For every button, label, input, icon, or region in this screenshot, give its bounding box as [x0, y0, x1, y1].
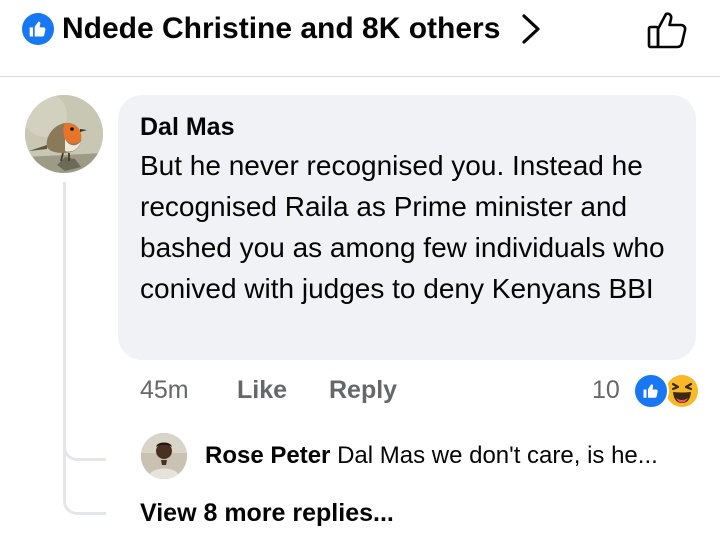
reply-button[interactable]: Reply	[329, 372, 397, 408]
thread-branch	[63, 476, 106, 515]
reply-author[interactable]: Rose Peter	[205, 442, 330, 469]
reply-text: Dal Mas we don't care, is he...	[337, 442, 658, 469]
like-icon[interactable]	[633, 373, 669, 409]
comment-bubble[interactable]: Dal Mas But he never recognised you. Ins…	[118, 95, 696, 360]
divider	[0, 76, 720, 77]
like-reaction-icon	[22, 13, 54, 45]
comment-text: But he never recognised you. Instead he …	[140, 150, 665, 304]
avatar-dal-mas[interactable]	[25, 95, 103, 173]
reactions-header[interactable]: Ndede Christine and 8K others	[0, 0, 720, 76]
reaction-count[interactable]: 10	[592, 372, 620, 408]
reply-preview[interactable]: Rose Peter Dal Mas we don't care, is he.…	[205, 440, 705, 472]
like-button[interactable]: Like	[237, 372, 287, 408]
avatar-rose-peter[interactable]	[141, 433, 187, 479]
thumbs-up-icon[interactable]	[645, 8, 689, 52]
comment-timestamp[interactable]: 45m	[140, 372, 189, 408]
thread-branch	[63, 422, 106, 461]
comment-author[interactable]: Dal Mas	[140, 112, 234, 142]
reactions-summary[interactable]: Ndede Christine and 8K others	[62, 10, 500, 48]
robin-bird-photo	[25, 95, 103, 173]
view-more-replies-link[interactable]: View 8 more replies...	[140, 496, 394, 530]
chevron-right-icon[interactable]	[515, 12, 547, 46]
person-photo	[141, 433, 187, 479]
